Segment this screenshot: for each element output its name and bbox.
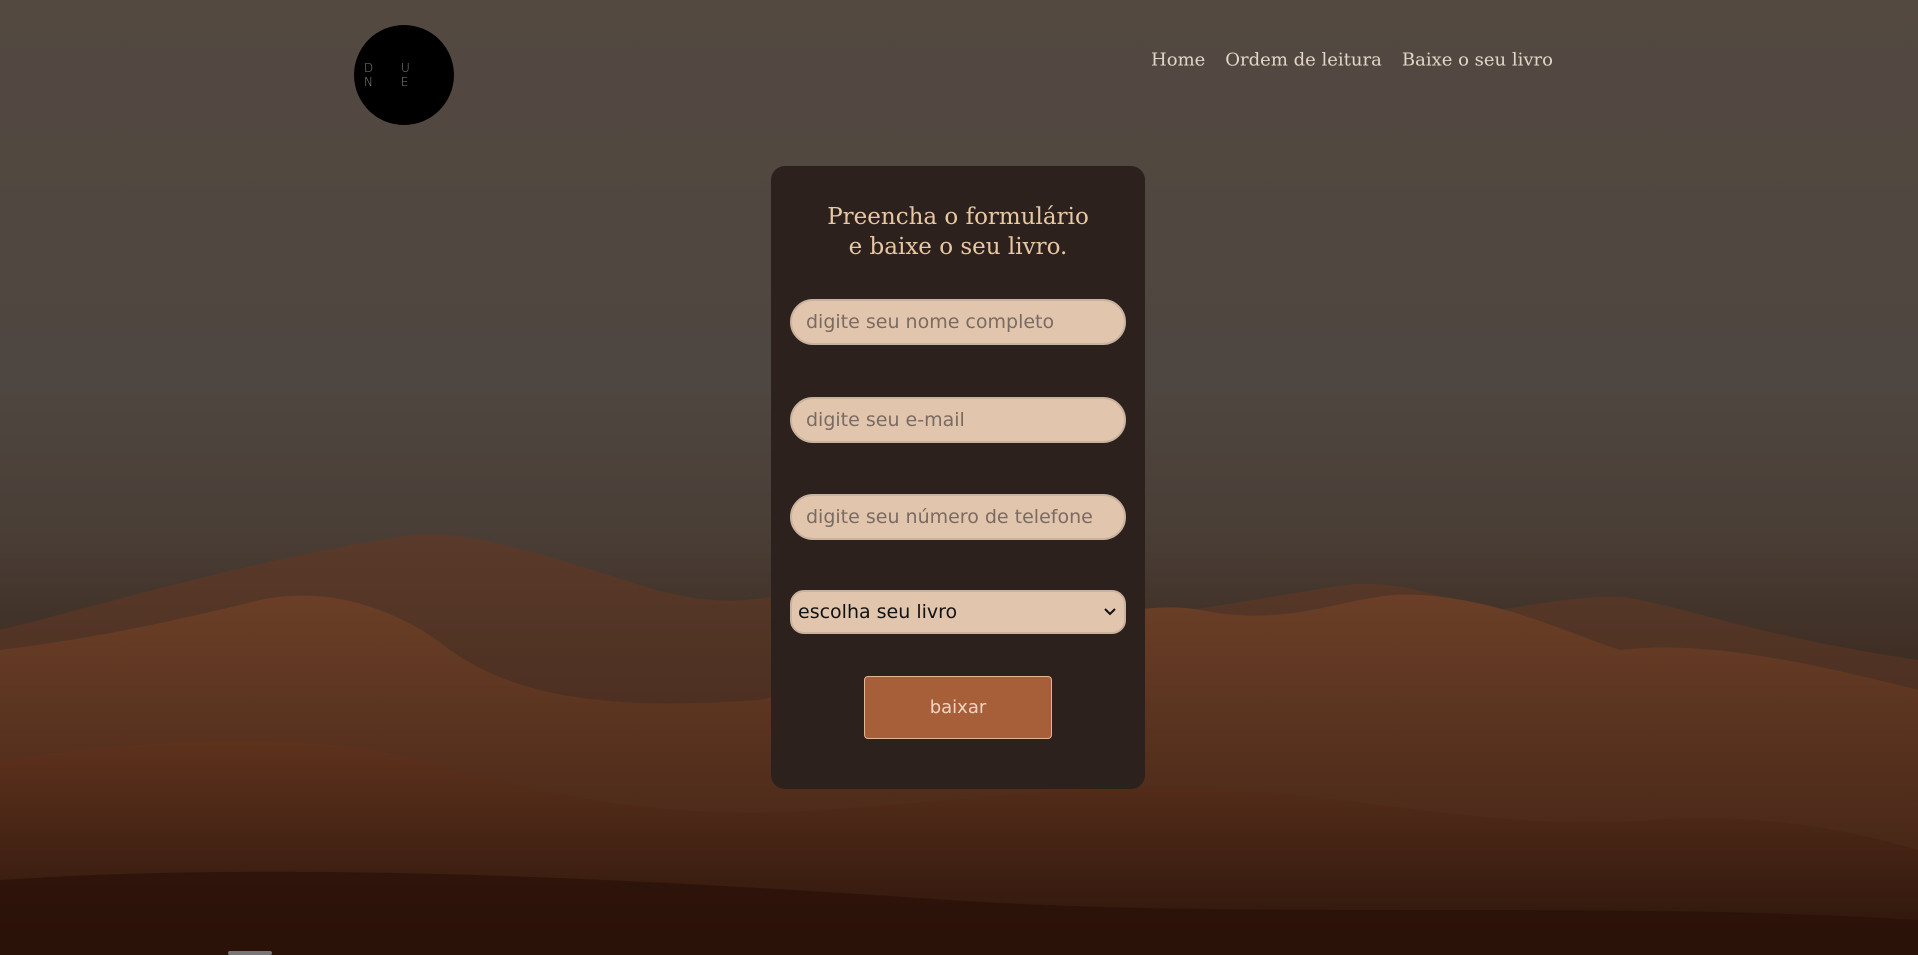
download-form-card: Preencha o formulário e baixe o seu livr…: [771, 166, 1145, 789]
main-nav: Home Ordem de leitura Baixe o seu livro: [1151, 50, 1553, 71]
chevron-down-icon: [1102, 604, 1118, 620]
logo-text: D U N E: [364, 61, 422, 89]
download-button[interactable]: baixar: [864, 676, 1052, 739]
book-select-value: escolha seu livro: [798, 601, 958, 623]
nav-link-reading-order[interactable]: Ordem de leitura: [1225, 50, 1382, 71]
phone-input[interactable]: [790, 494, 1126, 540]
nav-link-home[interactable]: Home: [1151, 50, 1205, 71]
nav-link-download-book[interactable]: Baixe o seu livro: [1402, 50, 1553, 71]
logo[interactable]: D U N E: [354, 25, 454, 125]
book-select[interactable]: escolha seu livro: [790, 590, 1126, 634]
email-input[interactable]: [790, 397, 1126, 443]
scrollbar-thumb[interactable]: [228, 951, 272, 955]
name-input[interactable]: [790, 299, 1126, 345]
form-title: Preencha o formulário e baixe o seu livr…: [827, 204, 1089, 260]
page: D U N E Home Ordem de leitura Baixe o se…: [0, 0, 1918, 955]
